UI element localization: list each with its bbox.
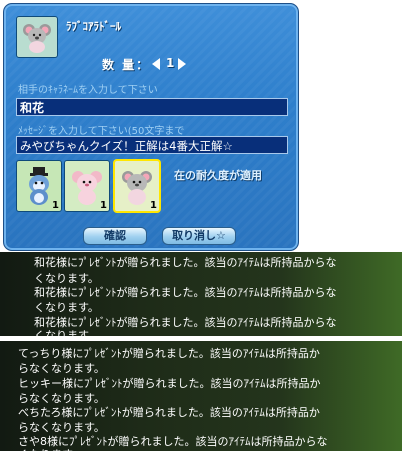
quantity-value: 1: [166, 56, 175, 70]
chat-line: べちたろ様にﾌﾟﾚｾﾞﾝﾄが贈られました。該当のｱｲﾃﾑは所持品か: [18, 406, 320, 419]
chat-line: くなります。: [34, 301, 99, 314]
item-koala-doll-icon: [16, 16, 58, 58]
quantity-decrease-arrow-icon[interactable]: [152, 58, 160, 70]
chat-line: 和花様にﾌﾟﾚｾﾞﾝﾄが贈られました。該当のｱｲﾃﾑは所持品からな: [34, 286, 337, 299]
message-hint: ﾒｯｾｰｼﾞを入力して下さい(50文字まで: [18, 126, 185, 137]
chat-line: てっちり様にﾌﾟﾚｾﾞﾝﾄが贈られました。該当のｱｲﾃﾑは所持品か: [18, 347, 320, 360]
chat-line: ヒッキー様にﾌﾟﾚｾﾞﾝﾄが贈られました。該当のｱｲﾃﾑは所持品か: [18, 377, 321, 390]
cancel-button[interactable]: 取り消し☆: [162, 227, 236, 245]
recipient-input[interactable]: 和花: [16, 98, 288, 116]
slot-2-count: 1: [100, 200, 107, 211]
chat-line: らなくなります。: [18, 362, 105, 375]
recipient-hint: 相手のｷｬﾗﾈｰﾑを入力して下さい: [18, 85, 158, 96]
confirm-button[interactable]: 確認: [83, 227, 147, 245]
gift-slot-3-selected[interactable]: 1: [114, 160, 160, 212]
slot-3-count: 1: [150, 200, 157, 211]
gift-slot-2[interactable]: 1: [64, 160, 110, 212]
slot-1-count: 1: [52, 200, 59, 211]
item-name: ﾗﾌﾞｺｱﾗﾄﾞｰﾙ: [66, 20, 121, 33]
durability-note: 在の耐久度が適用: [174, 169, 262, 182]
message-input[interactable]: みやびちゃんクイズ！正解は4番大正解☆: [16, 136, 288, 154]
chat-line: 和花様にﾌﾟﾚｾﾞﾝﾄが贈られました。該当のｱｲﾃﾑは所持品からな: [34, 256, 337, 269]
gift-slot-1[interactable]: 1: [16, 160, 62, 212]
gift-dialog: ﾗﾌﾞｺｱﾗﾄﾞｰﾙ 数 量： 1 相手のｷｬﾗﾈｰﾑを入力して下さい 和花 ﾒ…: [3, 3, 299, 251]
quantity-label: 数 量：: [102, 58, 151, 72]
chat-line: くなります: [18, 448, 73, 461]
chat-log-1: 和花様にﾌﾟﾚｾﾞﾝﾄが贈られました。該当のｱｲﾃﾑは所持品からな くなります。…: [0, 252, 402, 342]
chat-log-2: てっちり様にﾌﾟﾚｾﾞﾝﾄが贈られました。該当のｱｲﾃﾑは所持品か らなくなりま…: [0, 341, 402, 461]
quantity-increase-arrow-icon[interactable]: [178, 58, 186, 70]
